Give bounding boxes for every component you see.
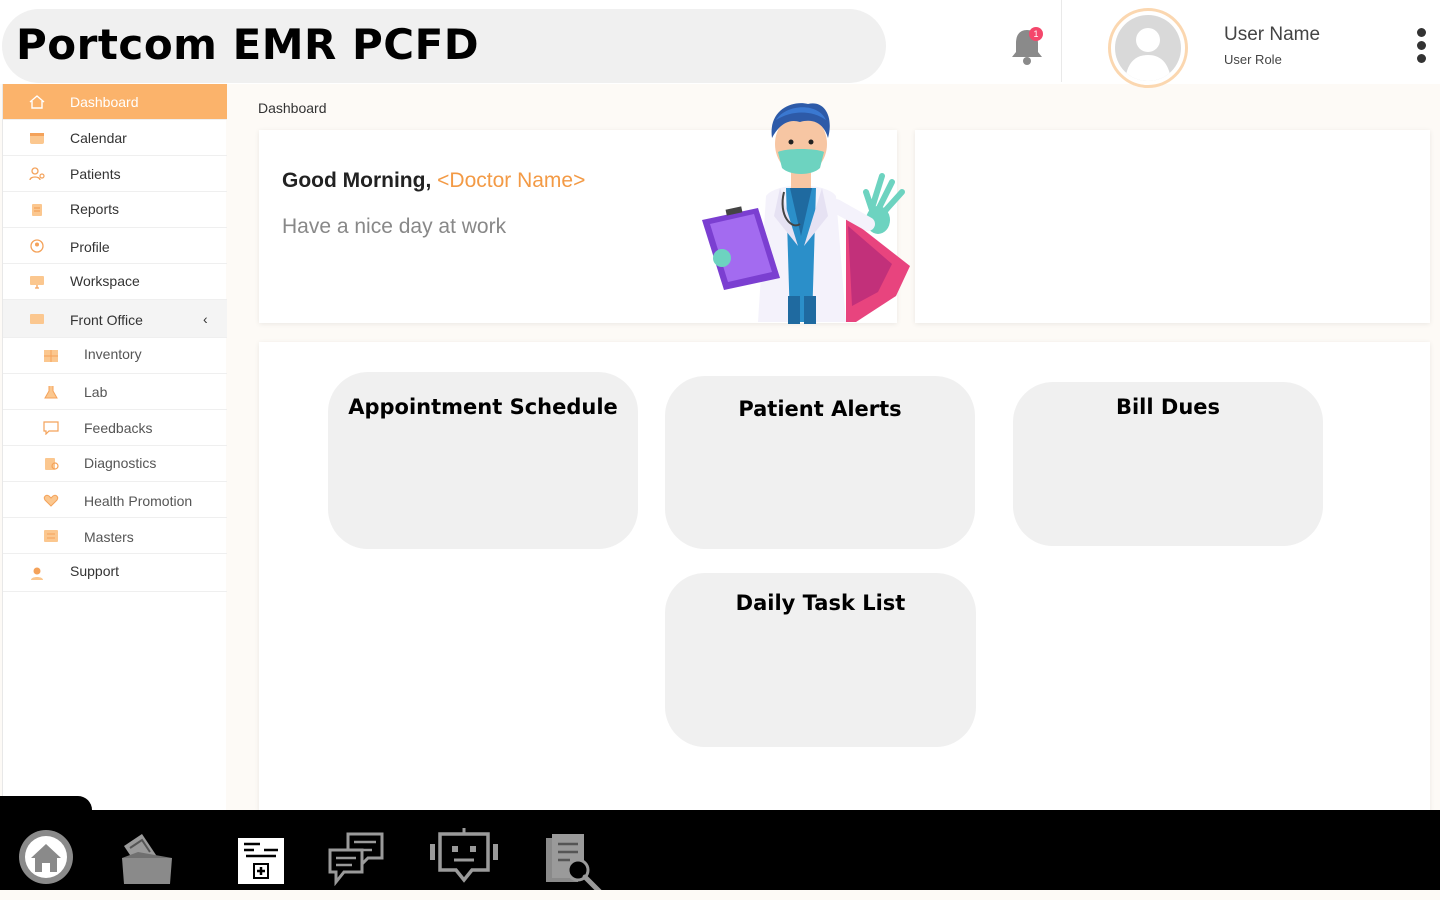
info-card — [915, 130, 1430, 323]
sidebar-item-inventory[interactable]: Inventory — [3, 338, 227, 374]
sidebar: Dashboard Calendar Patients Reports Prof… — [2, 84, 227, 810]
sidebar-item-label: Dashboard — [70, 94, 139, 110]
daily-task-list-tile[interactable]: Daily Task List — [665, 573, 976, 747]
doctor-illustration — [702, 103, 910, 324]
front-office-icon — [30, 314, 44, 324]
sidebar-item-label: Patients — [70, 166, 121, 182]
greeting-subtitle: Have a nice day at work — [282, 215, 507, 238]
sidebar-item-label: Front Office — [70, 312, 143, 328]
sidebar-item-patients[interactable]: Patients — [3, 156, 227, 192]
chat-icon[interactable] — [328, 830, 386, 886]
sidebar-item-dashboard[interactable]: Dashboard — [3, 84, 227, 120]
medical-record-icon[interactable] — [236, 836, 286, 886]
bottom-strip — [0, 890, 1440, 900]
sidebar-item-profile[interactable]: Profile — [3, 228, 227, 264]
patients-icon — [29, 167, 45, 181]
sidebar-item-label: Masters — [84, 529, 134, 545]
sidebar-item-masters[interactable]: Masters — [3, 518, 227, 554]
sidebar-item-workspace[interactable]: Workspace — [3, 264, 227, 300]
sidebar-item-health-promotion[interactable]: Health Promotion — [3, 482, 227, 518]
sidebar-item-reports[interactable]: Reports — [3, 192, 227, 228]
user-role: User Role — [1224, 52, 1282, 67]
sidebar-item-label: Support — [70, 563, 120, 579]
appointment-schedule-tile[interactable]: Appointment Schedule — [328, 372, 638, 549]
masters-icon — [44, 530, 58, 542]
sidebar-item-lab[interactable]: Lab — [3, 374, 227, 410]
sidebar-item-label: Diagnostics — [84, 455, 157, 471]
tile-title: Patient Alerts — [738, 397, 902, 421]
greeting-prefix: Good Morning, — [282, 169, 432, 192]
chevron-left-icon[interactable]: ‹ — [203, 311, 208, 327]
bot-icon[interactable] — [428, 826, 500, 890]
calendar-icon — [30, 133, 44, 144]
tile-title: Appointment Schedule — [348, 395, 618, 419]
sidebar-item-label: Lab — [84, 384, 108, 400]
reports-icon — [32, 204, 42, 216]
tile-title: Bill Dues — [1115, 395, 1221, 419]
profile-icon — [30, 239, 44, 253]
sidebar-item-calendar[interactable]: Calendar — [3, 120, 227, 156]
tile-title: Daily Task List — [735, 591, 906, 615]
health-promotion-icon — [43, 494, 59, 507]
diagnostics-icon — [45, 458, 59, 470]
inventory-icon — [44, 350, 58, 362]
feedback-icon — [43, 421, 59, 435]
doctor-name: <Doctor Name> — [437, 169, 586, 192]
avatar[interactable] — [1108, 8, 1188, 88]
sidebar-item-label: Profile — [70, 239, 110, 255]
header-divider — [1061, 0, 1062, 82]
sidebar-item-label: Health Promotion — [84, 493, 193, 509]
sidebar-item-label: Workspace — [70, 273, 140, 289]
notification-badge: 1 — [1029, 27, 1043, 41]
sidebar-item-label: Reports — [70, 201, 120, 217]
sidebar-item-label: Inventory — [84, 346, 142, 362]
home-icon — [29, 95, 45, 109]
greeting-heading: Good Morning, <Doctor Name> — [282, 169, 585, 193]
sidebar-item-front-office[interactable]: Front Office ‹ — [3, 300, 227, 338]
sidebar-item-feedbacks[interactable]: Feedbacks — [3, 410, 227, 446]
user-name: User Name — [1224, 24, 1321, 45]
more-menu-icon[interactable] — [1412, 28, 1430, 68]
app-title: Portcom EMR PCFD — [16, 20, 480, 69]
documents-icon[interactable] — [118, 832, 176, 886]
sidebar-item-diagnostics[interactable]: Diagnostics — [3, 446, 227, 482]
patient-alerts-tile[interactable]: Patient Alerts — [665, 376, 975, 549]
lab-icon — [44, 386, 58, 399]
home-icon[interactable] — [17, 828, 75, 886]
support-icon — [31, 567, 43, 580]
sidebar-item-label: Feedbacks — [84, 420, 153, 436]
user-placeholder-icon — [1125, 28, 1171, 81]
document-search-icon[interactable] — [544, 832, 608, 898]
monitor-icon — [30, 276, 44, 289]
bill-dues-tile[interactable]: Bill Dues — [1013, 382, 1323, 546]
bottom-dock — [0, 810, 1440, 890]
sidebar-item-support[interactable]: Support — [3, 554, 227, 592]
sidebar-item-label: Calendar — [70, 130, 127, 146]
breadcrumb[interactable]: Dashboard — [258, 100, 327, 116]
